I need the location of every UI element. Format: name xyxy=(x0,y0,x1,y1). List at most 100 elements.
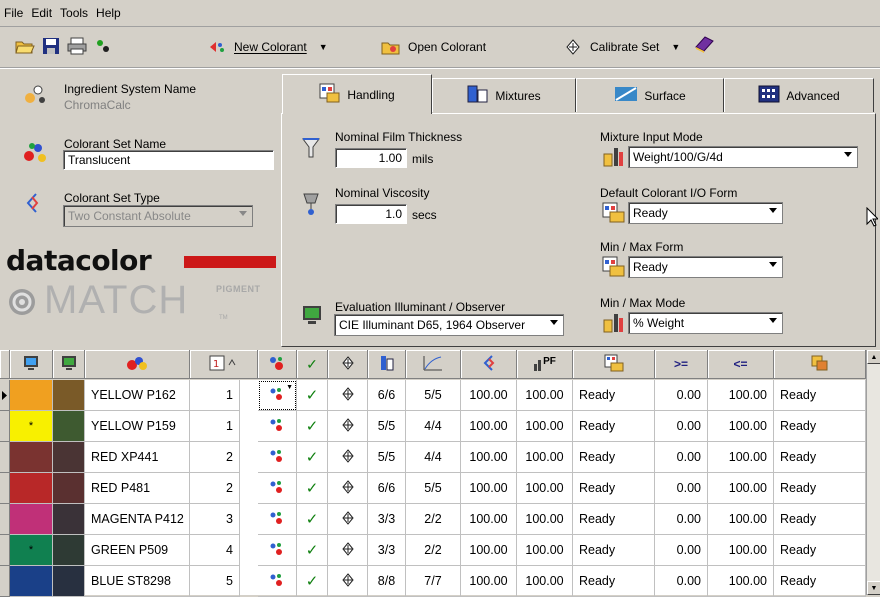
cell-form2[interactable]: Ready xyxy=(774,380,866,411)
row-selector[interactable] xyxy=(0,566,10,597)
color-swatch[interactable] xyxy=(10,473,53,504)
cell-form[interactable]: Ready xyxy=(573,535,655,566)
header-calibrate[interactable] xyxy=(328,350,368,379)
row-selector[interactable] xyxy=(0,380,10,411)
cell-v1[interactable]: 100.00 xyxy=(461,566,517,597)
row-selector[interactable] xyxy=(0,504,10,535)
colorant-type-cell[interactable] xyxy=(258,411,297,442)
print-icon[interactable] xyxy=(66,35,88,57)
color-swatch-dark[interactable] xyxy=(53,380,85,411)
cell-form[interactable]: Ready xyxy=(573,566,655,597)
cell-name[interactable]: GREEN P509 xyxy=(85,535,190,566)
cell-f1[interactable]: 3/3 xyxy=(368,535,406,566)
cell-min[interactable]: 0.00 xyxy=(655,566,708,597)
cell-f1[interactable]: 3/3 xyxy=(368,504,406,535)
header-minmax-form[interactable] xyxy=(774,350,866,379)
save-icon[interactable] xyxy=(40,35,62,57)
cell-num[interactable]: 5 xyxy=(190,566,240,597)
cell-max[interactable]: 100.00 xyxy=(708,411,774,442)
enabled-check[interactable]: ✓ xyxy=(297,535,328,566)
cell-name[interactable]: YELLOW P162 xyxy=(85,380,190,411)
cell-v1[interactable]: 100.00 xyxy=(461,473,517,504)
colorant-type-cell[interactable] xyxy=(258,473,297,504)
cell-name[interactable]: MAGENTA P412 xyxy=(85,504,190,535)
cell-form[interactable]: Ready xyxy=(573,411,655,442)
cell-v1[interactable]: 100.00 xyxy=(461,380,517,411)
cell-num[interactable]: 3 xyxy=(190,504,240,535)
cell-min[interactable]: 0.00 xyxy=(655,442,708,473)
scroll-up-icon[interactable]: ▲ xyxy=(867,350,880,364)
new-colorant-button[interactable]: New Colorant ▼ xyxy=(206,35,328,59)
colorant-type-cell[interactable] xyxy=(258,535,297,566)
cell-max[interactable]: 100.00 xyxy=(708,566,774,597)
cell-v2[interactable]: 100.00 xyxy=(517,535,573,566)
new-colorant-dropdown-icon[interactable]: ▼ xyxy=(319,42,328,52)
cell-max[interactable]: 100.00 xyxy=(708,380,774,411)
cell-f1[interactable]: 5/5 xyxy=(368,442,406,473)
table-row[interactable]: * YELLOW P159 1 ✓ 5/5 4/4 100.00 100.00 Ready 0.0… xyxy=(0,411,866,442)
enabled-check[interactable]: ✓ xyxy=(297,442,328,473)
cell-form2[interactable]: Ready xyxy=(774,473,866,504)
enabled-check[interactable]: ✓ xyxy=(297,504,328,535)
header-pf[interactable]: PF xyxy=(517,350,573,379)
cell-f2[interactable]: 2/2 xyxy=(406,504,461,535)
cell-min[interactable]: 0.00 xyxy=(655,380,708,411)
chevron-down-icon[interactable]: ▼ xyxy=(286,384,293,391)
cell-v1[interactable]: 100.00 xyxy=(461,442,517,473)
color-swatch-dark[interactable] xyxy=(53,442,85,473)
table-row[interactable]: YELLOW P162 1 ▼ ✓ 6/6 5/5 100.00 100.00 Ready 0.0… xyxy=(0,380,866,411)
calibrate-set-dropdown-icon[interactable]: ▼ xyxy=(671,42,680,52)
cell-form2[interactable]: Ready xyxy=(774,442,866,473)
enabled-check[interactable]: ✓ xyxy=(297,566,328,597)
header-type[interactable] xyxy=(258,350,297,379)
cell-f2[interactable]: 4/4 xyxy=(406,442,461,473)
color-swatch[interactable]: * xyxy=(10,411,53,442)
cell-f2[interactable]: 4/4 xyxy=(406,411,461,442)
cell-name[interactable]: RED XP441 xyxy=(85,442,190,473)
color-swatch[interactable] xyxy=(10,566,53,597)
cell-v2[interactable]: 100.00 xyxy=(517,380,573,411)
grid-scrollbar[interactable]: ▲ ▼ xyxy=(866,350,880,595)
cell-name[interactable]: YELLOW P159 xyxy=(85,411,190,442)
menu-file[interactable]: File xyxy=(0,0,27,20)
cell-min[interactable]: 0.00 xyxy=(655,504,708,535)
calibrate-cell[interactable] xyxy=(328,411,368,442)
mixture-input-mode-select[interactable]: Weight/100/G/4d xyxy=(628,146,858,168)
calibrate-cell[interactable] xyxy=(328,380,368,411)
help-pointer-icon[interactable] xyxy=(92,35,114,57)
header-number[interactable]: 1 xyxy=(190,350,258,379)
header-curve[interactable] xyxy=(406,350,461,379)
cell-v1[interactable]: 100.00 xyxy=(461,411,517,442)
header-films[interactable] xyxy=(368,350,406,379)
tab-advanced[interactable]: Advanced xyxy=(724,78,874,112)
color-swatch-dark[interactable] xyxy=(53,535,85,566)
cell-v1[interactable]: 100.00 xyxy=(461,504,517,535)
default-io-form-select[interactable]: Ready xyxy=(628,202,783,224)
cell-v2[interactable]: 100.00 xyxy=(517,442,573,473)
table-row[interactable]: * GREEN P509 4 ✓ 3/3 2/2 100.00 100.00 Ready 0.00… xyxy=(0,535,866,566)
header-swatch2[interactable] xyxy=(53,350,85,379)
colorant-set-type-select[interactable]: Two Constant Absolute xyxy=(63,205,253,227)
cell-num[interactable]: 1 xyxy=(190,411,240,442)
row-selector[interactable] xyxy=(0,411,10,442)
cell-min[interactable]: 0.00 xyxy=(655,411,708,442)
color-swatch[interactable] xyxy=(10,504,53,535)
cell-name[interactable]: BLUE ST8298 xyxy=(85,566,190,597)
cell-f1[interactable]: 6/6 xyxy=(368,380,406,411)
cell-v2[interactable]: 100.00 xyxy=(517,411,573,442)
calibrate-cell[interactable] xyxy=(328,442,368,473)
row-selector[interactable] xyxy=(0,473,10,504)
header-name[interactable] xyxy=(85,350,190,379)
cell-num[interactable]: 2 xyxy=(190,473,240,504)
cell-form2[interactable]: Ready xyxy=(774,566,866,597)
header-form[interactable] xyxy=(573,350,655,379)
calibrate-cell[interactable] xyxy=(328,566,368,597)
header-strength[interactable] xyxy=(461,350,517,379)
cell-max[interactable]: 100.00 xyxy=(708,535,774,566)
table-row[interactable]: MAGENTA P412 3 ✓ 3/3 2/2 100.00 100.00 Ready 0.0… xyxy=(0,504,866,535)
enabled-check[interactable]: ✓ xyxy=(297,380,328,411)
enabled-check[interactable]: ✓ xyxy=(297,411,328,442)
colorant-type-cell[interactable]: ▼ xyxy=(258,380,297,411)
header-check[interactable]: ✓ xyxy=(297,350,328,379)
menu-tools[interactable]: Tools xyxy=(56,0,92,20)
